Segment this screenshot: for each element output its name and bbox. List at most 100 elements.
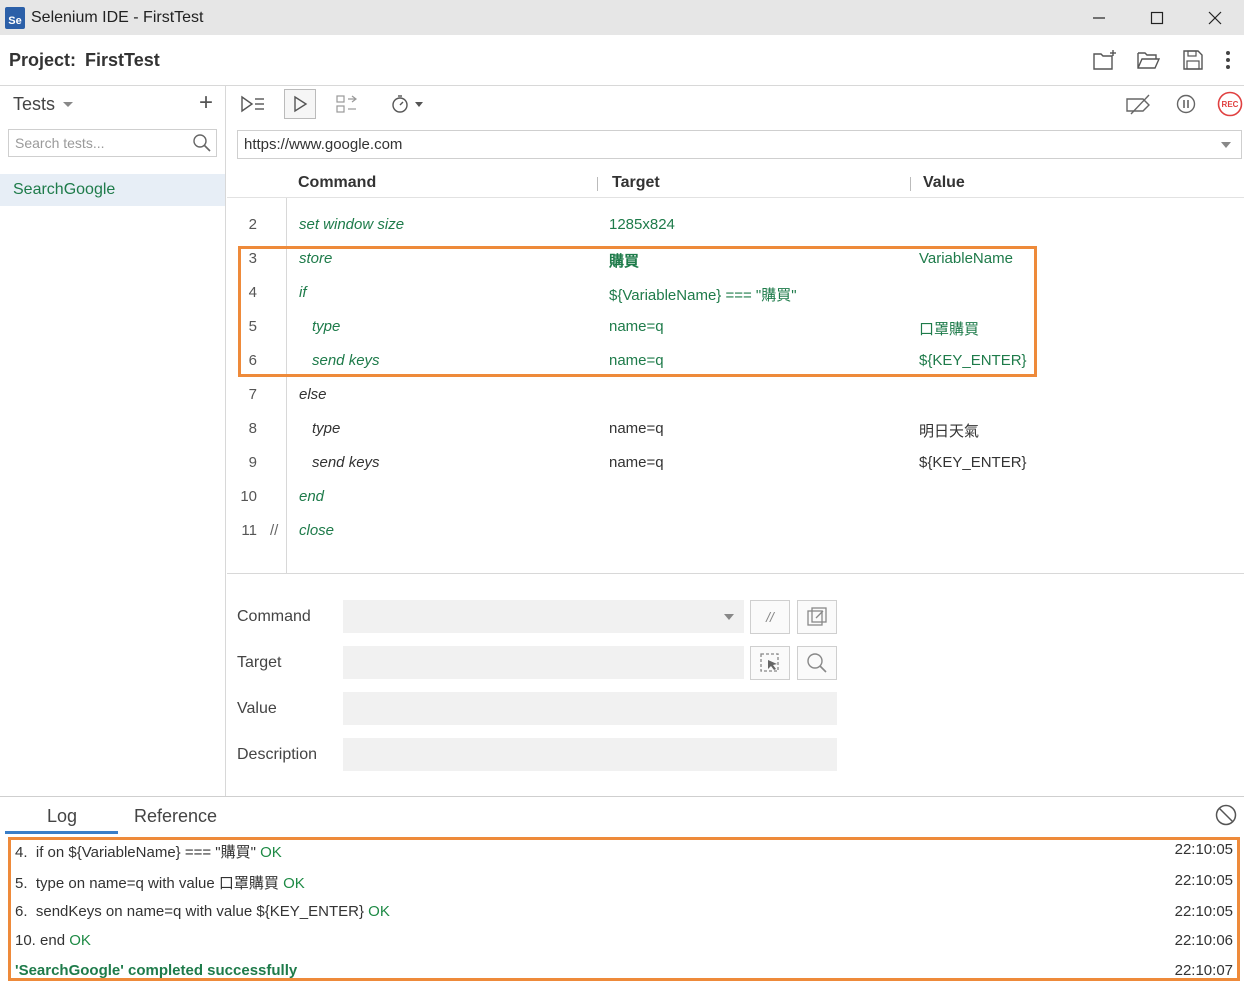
save-project-button[interactable] (1176, 45, 1210, 75)
row-value: ${KEY_ENTER} (919, 352, 1027, 369)
row-command: send keys (312, 454, 380, 471)
external-link-icon (807, 607, 827, 626)
row-value: ${KEY_ENTER} (919, 454, 1027, 471)
log-prefix: 10. (15, 932, 36, 949)
close-window-button[interactable] (1186, 0, 1244, 35)
table-row[interactable]: 2 set window size 1285x824 (227, 208, 1244, 242)
command-label: Command (237, 608, 311, 625)
clear-log-button[interactable] (1214, 803, 1238, 831)
table-row[interactable]: 4 if ${VariableName} === "購買" (227, 276, 1244, 310)
open-reference-button[interactable] (797, 600, 837, 634)
log-timestamp: 22:10:05 (1174, 872, 1233, 889)
add-test-button[interactable]: + (199, 91, 213, 115)
log-line: 10. end OK 22:10:06 (15, 928, 1233, 956)
save-icon (1183, 50, 1203, 70)
log-timestamp: 22:10:06 (1174, 932, 1233, 949)
more-vertical-icon (1226, 51, 1230, 69)
table-row[interactable]: 11 // close (227, 514, 1244, 548)
maximize-button[interactable] (1128, 0, 1186, 35)
table-row[interactable]: 8 type name=q 明日天氣 (227, 412, 1244, 446)
row-command: type (312, 420, 341, 437)
table-row[interactable]: 5 type name=q 口罩購買 (227, 310, 1244, 344)
tests-dropdown-label[interactable]: Tests (13, 94, 55, 115)
row-number: 3 (248, 250, 257, 267)
header-target: Target (612, 174, 660, 191)
table-row[interactable]: 9 send keys name=q ${KEY_ENTER} (227, 446, 1244, 480)
row-number: 6 (248, 352, 257, 369)
log-status: OK (69, 932, 91, 949)
command-table-header: Command Target Value (227, 168, 1244, 198)
row-command: close (299, 522, 335, 539)
log-prefix: 4. (15, 844, 28, 861)
tests-sidebar: Tests + SearchGoogle (0, 86, 226, 796)
row-command: else (299, 386, 327, 403)
tab-log[interactable]: Log (47, 806, 77, 827)
search-tests-input[interactable] (9, 131, 189, 155)
header-value: Value (923, 174, 965, 191)
project-label: Project: (9, 49, 77, 70)
row-value: VariableName (919, 250, 1013, 267)
select-target-button[interactable] (750, 646, 790, 680)
log-message: 4. if on ${VariableName} === "購買" OK (15, 841, 282, 862)
row-command: if (299, 284, 307, 301)
window-title: Selenium IDE - FirstTest (31, 8, 204, 26)
project-name[interactable]: FirstTest (85, 50, 160, 71)
run-current-test-button[interactable] (284, 89, 316, 119)
target-input[interactable] (343, 646, 744, 679)
row-command: end (299, 488, 325, 505)
chevron-down-icon (1221, 142, 1231, 148)
base-url-select[interactable]: https://www.google.com (237, 130, 1242, 159)
row-value: 明日天氣 (919, 423, 980, 440)
description-label: Description (237, 746, 318, 763)
description-input[interactable] (343, 738, 837, 771)
base-url-value: https://www.google.com (244, 136, 403, 153)
minimize-icon (1093, 16, 1105, 19)
log-text: if on ${VariableName} === "購買" (35, 844, 256, 861)
clear-icon (1215, 804, 1237, 826)
table-row[interactable]: 10 end (227, 480, 1244, 514)
search-icon (807, 653, 827, 673)
log-message: 10. end OK (15, 932, 91, 949)
find-target-button[interactable] (797, 646, 837, 680)
disable-breakpoints-button[interactable] (1123, 89, 1155, 119)
row-command: set window size (299, 216, 405, 233)
log-line: 4. if on ${VariableName} === "購買" OK 22:… (15, 837, 1233, 865)
play-icon (294, 95, 308, 113)
breakpoint-disabled-icon (1126, 94, 1150, 115)
tab-reference[interactable]: Reference (134, 806, 217, 827)
test-speed-button[interactable] (387, 89, 429, 119)
value-label: Value (237, 700, 277, 717)
stopwatch-icon (392, 95, 423, 113)
editor-description-row: Description (227, 738, 847, 772)
column-divider (910, 177, 911, 191)
test-item-searchgoogle[interactable]: SearchGoogle (0, 174, 225, 206)
window-controls (1070, 0, 1244, 35)
title-bar: Se Selenium IDE - FirstTest (0, 0, 1244, 35)
record-button[interactable]: REC (1214, 89, 1244, 119)
log-line-summary: 'SearchGoogle' completed successfully 22… (15, 958, 1233, 982)
step-over-button[interactable] (331, 89, 363, 119)
editor-command-row: Command // (227, 600, 847, 634)
record-icon: REC (1217, 91, 1243, 117)
minimize-button[interactable] (1070, 0, 1128, 35)
command-select[interactable] (343, 600, 744, 633)
more-options-button[interactable] (1220, 45, 1236, 75)
value-input[interactable] (343, 692, 837, 725)
open-project-button[interactable] (1132, 45, 1166, 75)
pause-on-exceptions-button[interactable] (1170, 89, 1202, 119)
row-number: 4 (248, 284, 257, 301)
command-editor: Command // Target Value Description (227, 586, 1244, 786)
table-row[interactable]: 6 send keys name=q ${KEY_ENTER} (227, 344, 1244, 378)
table-row[interactable]: 7 else (227, 378, 1244, 412)
search-icon[interactable] (192, 133, 212, 153)
row-command: store (299, 250, 333, 267)
project-header: Project: FirstTest (0, 35, 1244, 86)
comment-toggle-button[interactable]: // (750, 600, 790, 634)
chevron-down-icon[interactable] (63, 101, 74, 107)
run-all-tests-button[interactable] (237, 89, 269, 119)
table-row[interactable]: 3 store 購買 VariableName (227, 242, 1244, 276)
command-table-body: 2 set window size 1285x824 3 store 購買 Va… (227, 198, 1244, 574)
new-project-button[interactable] (1088, 45, 1122, 75)
target-select-icon (760, 653, 779, 672)
run-all-icon (241, 95, 264, 113)
